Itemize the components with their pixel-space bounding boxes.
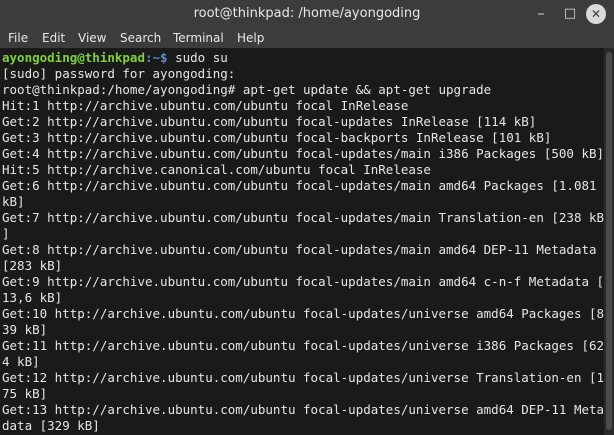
terminal-line: 75 kB] xyxy=(2,386,48,401)
terminal-line: 4 kB] xyxy=(2,354,40,369)
terminal-line: [283 kB] xyxy=(2,258,63,273)
terminal-line: 39 kB] xyxy=(2,322,48,337)
terminal-line: ] xyxy=(2,226,10,241)
terminal-line: Get:6 http://archive.ubuntu.com/ubuntu f… xyxy=(2,178,597,193)
terminal-line: Hit:5 http://archive.canonical.com/ubunt… xyxy=(2,162,431,177)
close-button[interactable]: ✕ xyxy=(586,4,606,24)
terminal-line: root@thinkpad:/home/ayongoding# apt-get … xyxy=(2,82,492,97)
terminal-line: kB] xyxy=(2,194,25,209)
maximize-button[interactable]: □ xyxy=(560,4,580,24)
terminal-line: Get:10 http://archive.ubuntu.com/ubuntu … xyxy=(2,306,604,321)
terminal-line: Get:12 http://archive.ubuntu.com/ubuntu … xyxy=(2,370,604,385)
menu-bar: File Edit View Search Terminal Help xyxy=(0,28,614,48)
menu-terminal[interactable]: Terminal xyxy=(173,30,224,46)
prompt-user: ayongoding@thinkpad xyxy=(2,50,145,65)
terminal-line: Get:3 http://archive.ubuntu.com/ubuntu f… xyxy=(2,130,552,145)
minimize-button[interactable]: – xyxy=(531,4,551,24)
terminal-window: root@thinkpad: /home/ayongoding – □ ✕ Fi… xyxy=(0,0,614,435)
window-title: root@thinkpad: /home/ayongoding xyxy=(193,6,421,21)
menu-search[interactable]: Search xyxy=(120,30,161,46)
menu-view[interactable]: View xyxy=(78,30,106,46)
prompt-path: :~$ xyxy=(145,50,176,65)
terminal-line: data [329 kB] xyxy=(2,418,100,433)
terminal-line: Get:2 http://archive.ubuntu.com/ubuntu f… xyxy=(2,114,537,129)
title-bar[interactable]: root@thinkpad: /home/ayongoding – □ ✕ xyxy=(0,0,614,28)
terminal-line: Get:11 http://archive.ubuntu.com/ubuntu … xyxy=(2,338,604,353)
terminal-output[interactable]: ayongoding@thinkpad:~$ sudo su [sudo] pa… xyxy=(0,48,604,435)
scrollbar-thumb[interactable] xyxy=(606,52,612,430)
terminal-line: 13,6 kB] xyxy=(2,290,63,305)
command-text: sudo su xyxy=(175,50,228,65)
menu-file[interactable]: File xyxy=(8,30,28,46)
terminal-line: Get:8 http://archive.ubuntu.com/ubuntu f… xyxy=(2,242,597,257)
terminal-line: Get:13 http://archive.ubuntu.com/ubuntu … xyxy=(2,402,604,417)
terminal-line: Get:4 http://archive.ubuntu.com/ubuntu f… xyxy=(2,146,604,161)
menu-help[interactable]: Help xyxy=(237,30,264,46)
scrollbar[interactable] xyxy=(604,48,614,435)
terminal-line: Hit:1 http://archive.ubuntu.com/ubuntu f… xyxy=(2,98,409,113)
terminal-line: Get:9 http://archive.ubuntu.com/ubuntu f… xyxy=(2,274,604,289)
terminal-line: Get:7 http://archive.ubuntu.com/ubuntu f… xyxy=(2,210,604,225)
prompt-line: ayongoding@thinkpad:~$ sudo su xyxy=(2,50,228,66)
menu-edit[interactable]: Edit xyxy=(42,30,65,46)
terminal-line: [sudo] password for ayongoding: xyxy=(2,66,236,81)
